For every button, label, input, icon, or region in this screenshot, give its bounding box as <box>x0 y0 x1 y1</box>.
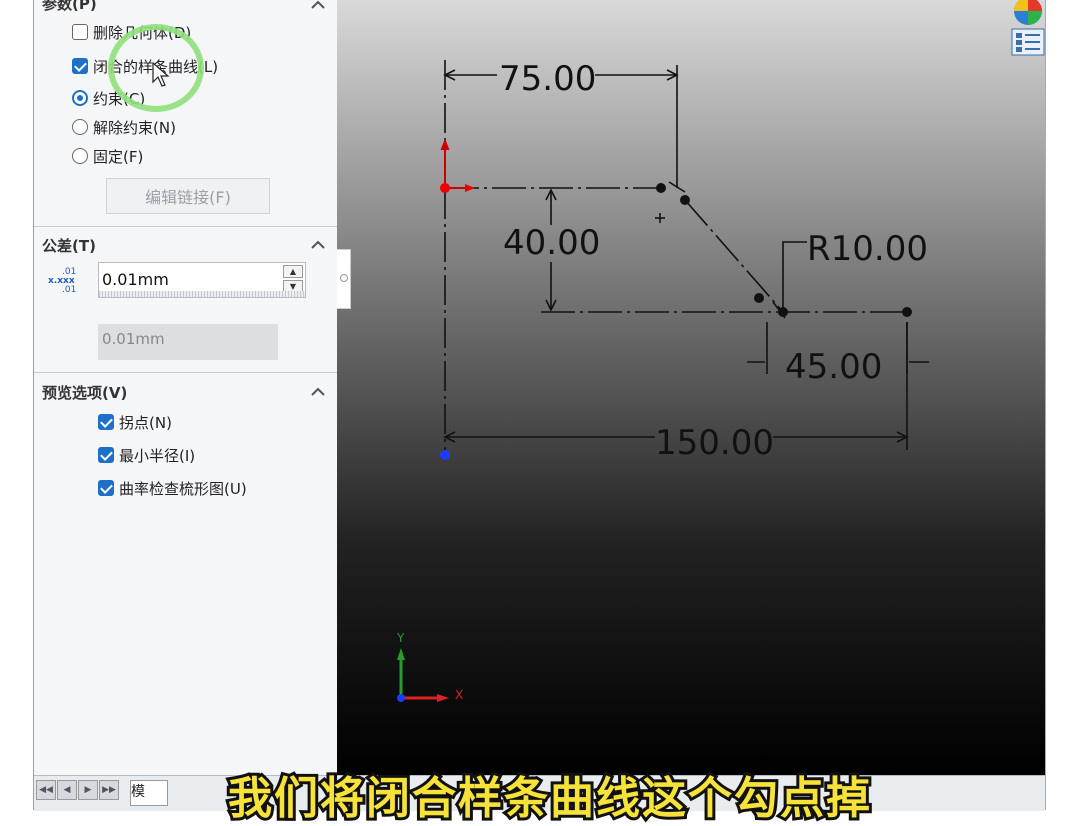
display-manager-icon[interactable] <box>1011 28 1045 56</box>
min-radius-option[interactable]: 最小半径(I) <box>98 444 195 466</box>
video-caption: 我们将闭合样条曲线这个勾点掉 <box>225 770 873 826</box>
unconstrain-option[interactable]: 解除约束(N) <box>72 116 176 138</box>
curvature-comb-option[interactable]: 曲率检查梳形图(U) <box>98 477 247 499</box>
constrain-label: 约束(C) <box>93 89 146 108</box>
section-divider <box>34 226 337 227</box>
inflection-label: 拐点(N) <box>119 413 172 432</box>
inflection-option[interactable]: 拐点(N) <box>98 411 172 433</box>
fixed-option[interactable]: 固定(F) <box>72 145 143 167</box>
triad-x-label: X <box>455 688 463 702</box>
dim-45-text[interactable]: 45.00 <box>785 347 882 387</box>
first-tab-button[interactable]: ◀◀ <box>36 780 56 800</box>
tolerance-input[interactable]: 0.01mm ▲ ▼ <box>98 262 306 298</box>
slant-line[interactable] <box>684 199 784 313</box>
panel-collapse-handle[interactable] <box>337 249 351 309</box>
tolerance-thumbwheel[interactable] <box>99 291 305 297</box>
constrain-radio[interactable] <box>72 90 88 106</box>
section-divider <box>34 372 337 373</box>
inflection-checkbox[interactable] <box>98 414 114 430</box>
tolerance-icon-bot: .01 <box>62 285 77 295</box>
fixed-label: 固定(F) <box>93 147 144 166</box>
sketch-origin-icon <box>440 138 475 193</box>
delete-geometry-label: 删除几何体(D) <box>93 23 192 42</box>
left-margin <box>0 0 34 810</box>
preview-section-header[interactable]: 预览选项(V) <box>34 379 337 405</box>
point[interactable] <box>754 293 764 303</box>
min-radius-checkbox[interactable] <box>98 447 114 463</box>
unconstrain-label: 解除约束(N) <box>93 118 176 137</box>
dim-150-text[interactable]: 150.00 <box>655 423 774 463</box>
last-tab-button[interactable]: ▶▶ <box>99 780 119 800</box>
closed-spline-checkbox[interactable] <box>72 58 88 74</box>
property-manager-panel: 参数(P) 删除几何体(D) 闭合的样条曲线(L) 约束(C) 解除约束(N) … <box>34 0 338 780</box>
prev-tab-button[interactable]: ◀ <box>57 780 77 800</box>
dim-75-text[interactable]: 75.00 <box>499 59 596 99</box>
mouse-cursor-icon <box>152 62 170 87</box>
constrain-option[interactable]: 约束(C) <box>72 87 145 109</box>
delete-geometry-option[interactable]: 删除几何体(D) <box>72 21 191 43</box>
point[interactable] <box>778 307 788 317</box>
origin-point-blue[interactable] <box>440 450 450 460</box>
task-pane-strip <box>1011 0 1080 810</box>
min-radius-label: 最小半径(I) <box>119 446 196 465</box>
params-section-header[interactable]: 参数(P) <box>34 0 337 16</box>
tolerance-spinner[interactable]: ▲ ▼ <box>283 265 303 293</box>
triad-y-label: Y <box>396 631 405 645</box>
tolerance-icon: .01 x.xxx .01 <box>48 268 78 298</box>
tolerance-section-title: 公差(T) <box>42 237 96 255</box>
view-triad-icon: Y X <box>396 631 463 702</box>
appearance-ball-icon[interactable] <box>1011 0 1045 26</box>
curvature-comb-checkbox[interactable] <box>98 480 114 496</box>
chevron-up-icon[interactable] <box>309 383 327 401</box>
closed-spline-option[interactable]: 闭合的样条曲线(L) <box>72 55 218 77</box>
spin-up-icon[interactable]: ▲ <box>283 265 303 278</box>
preview-section-title: 预览选项(V) <box>42 384 128 402</box>
point[interactable] <box>902 307 912 317</box>
unconstrain-radio[interactable] <box>72 119 88 135</box>
chevron-up-icon[interactable] <box>309 0 327 14</box>
fixed-radio[interactable] <box>72 148 88 164</box>
tolerance-input-value: 0.01mm <box>102 270 169 289</box>
graphics-area[interactable]: 75.00 40.00 R10.00 45.00 150.00 Y X <box>337 0 1045 775</box>
edit-link-button[interactable]: 编辑链接(F) <box>106 178 270 214</box>
point[interactable] <box>656 183 666 193</box>
tolerance-section-header[interactable]: 公差(T) <box>34 232 337 258</box>
params-section-title: 参数(P) <box>42 0 97 13</box>
dim-r10-text[interactable]: R10.00 <box>807 229 928 269</box>
tab-nav-buttons: ◀◀ ◀ ▶ ▶▶ <box>36 780 120 802</box>
r10-leader <box>782 241 807 312</box>
next-tab-button[interactable]: ▶ <box>78 780 98 800</box>
dim-40-text[interactable]: 40.00 <box>503 223 600 263</box>
tolerance-readonly-field: 0.01mm <box>98 324 278 360</box>
delete-geometry-checkbox[interactable] <box>72 24 88 40</box>
curvature-comb-label: 曲率检查梳形图(U) <box>119 479 247 498</box>
point[interactable] <box>680 195 690 205</box>
sketch-canvas[interactable]: 75.00 40.00 R10.00 45.00 150.00 Y X <box>337 0 1045 775</box>
chevron-up-icon[interactable] <box>309 236 327 254</box>
